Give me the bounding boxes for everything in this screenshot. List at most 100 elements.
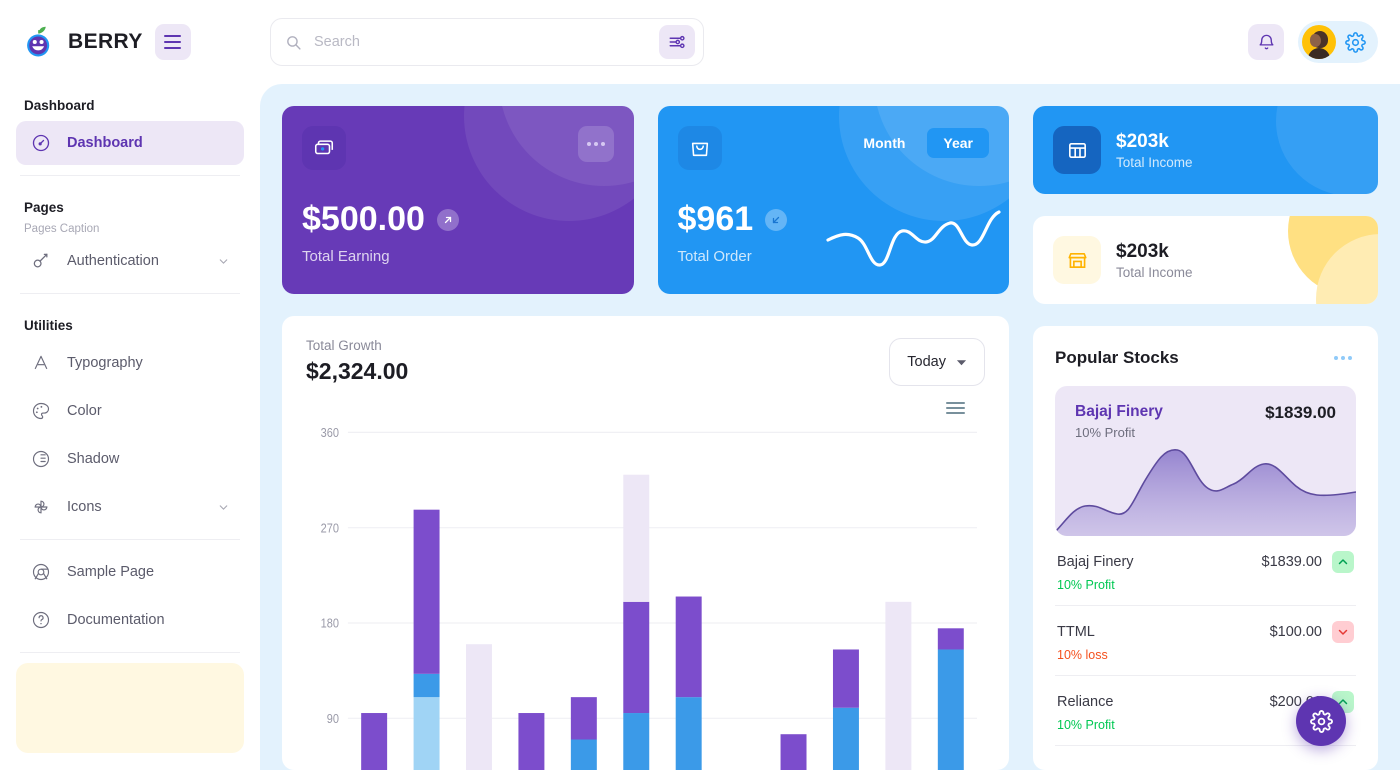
avatar [1302, 25, 1336, 59]
featured-stock-name: Bajaj Finery [1075, 403, 1163, 420]
sidebar-divider [20, 293, 240, 294]
header-actions [1248, 21, 1400, 63]
table-icon [1053, 126, 1101, 174]
palette-icon [30, 401, 51, 422]
decorative-blob [1276, 106, 1378, 194]
sidebar-divider [20, 652, 240, 653]
total-earning-card[interactable]: $500.00 Total Earning [282, 106, 634, 294]
income-blue-label: Total Income [1116, 155, 1193, 171]
bell-icon[interactable] [1248, 24, 1284, 60]
growth-period-label: Today [907, 354, 946, 370]
period-month-button[interactable]: Month [847, 128, 921, 158]
featured-stock-change: 10% Profit [1075, 425, 1135, 440]
sidebar-item-label: Color [67, 403, 102, 419]
sidebar-item-typography[interactable]: Typography [16, 341, 244, 385]
stock-list-item[interactable]: Bajaj Finery $1839.00 10% Profit [1055, 536, 1356, 606]
search-icon [287, 35, 301, 50]
gear-icon [1309, 709, 1333, 733]
sidebar-item-label: Authentication [67, 253, 159, 269]
sidebar-item-label: Shadow [67, 451, 120, 467]
key-icon [30, 251, 51, 272]
sidebar-item-label: Typography [67, 355, 143, 371]
total-income-blue-card[interactable]: $203k Total Income [1033, 106, 1378, 194]
main-content: $500.00 Total Earning Month Year $961 To… [260, 84, 1400, 770]
order-period-toggle[interactable]: Month Year [847, 128, 989, 158]
income-blue-amount: $203k [1116, 130, 1169, 152]
app-header: BERRY [0, 0, 1400, 84]
sidebar-divider [20, 539, 240, 540]
profile-chip[interactable] [1298, 21, 1378, 63]
growth-title-block: Total Growth $2,324.00 [306, 338, 408, 385]
trend-up-icon [436, 208, 459, 231]
stock-name: Reliance [1057, 694, 1114, 710]
featured-stock-sparkline [1055, 449, 1356, 536]
question-circle-icon [30, 610, 51, 631]
more-horizontal-icon[interactable] [577, 126, 614, 162]
brand-zone: BERRY [0, 24, 260, 60]
chart-menu-icon[interactable] [946, 402, 965, 414]
sidebar-divider [20, 175, 240, 176]
left-column: $500.00 Total Earning Month Year $961 To… [282, 106, 1009, 770]
speedometer-icon [30, 133, 51, 154]
popular-stocks-title: Popular Stocks [1055, 348, 1179, 367]
sidebar-item-dashboard[interactable]: Dashboard [16, 121, 244, 165]
total-order-value: $961 [677, 200, 754, 238]
total-order-value-row: $961 [678, 200, 990, 239]
sidebar-item-color[interactable]: Color [16, 389, 244, 433]
sidebar-item-documentation[interactable]: Documentation [16, 598, 244, 642]
gear-icon[interactable] [1345, 31, 1366, 53]
growth-amount: $2,324.00 [306, 358, 409, 384]
total-order-card[interactable]: Month Year $961 Total Order [657, 106, 1009, 294]
stock-change: 10% Profit [1057, 578, 1115, 592]
stock-list-item[interactable]: TTML $100.00 10% loss [1055, 606, 1356, 676]
featured-stock-price: $1839.00 [1265, 403, 1336, 422]
caret-down-icon [956, 359, 967, 365]
total-order-label: Total Order [677, 248, 752, 265]
stock-price: $1839.00 [1261, 554, 1322, 570]
hamburger-icon[interactable] [154, 24, 191, 60]
total-earning-label: Total Earning [302, 248, 390, 265]
shadow-circle-icon [30, 449, 51, 470]
typography-icon [30, 353, 51, 374]
sidebar-section-pages-caption: Pages Caption [24, 223, 100, 235]
sidebar-section-utilities: Utilities [24, 318, 73, 333]
chevron-down-icon[interactable] [217, 255, 230, 268]
stat-cards-row: $500.00 Total Earning Month Year $961 To… [282, 106, 1009, 294]
growth-bar-chart[interactable]: 90 180 270 360 [306, 414, 985, 770]
svg-text:270: 270 [321, 521, 340, 536]
sidebar: Dashboard Dashboard Pages Pages Caption … [0, 84, 260, 770]
dashboard-grid: $500.00 Total Earning Month Year $961 To… [282, 106, 1378, 770]
sidebar-promo-card[interactable] [16, 663, 244, 753]
search-input[interactable] [302, 34, 659, 50]
sliders-icon[interactable] [659, 25, 695, 59]
sidebar-item-authentication[interactable]: Authentication [16, 239, 244, 283]
featured-stock-info: Bajaj Finery 10% Profit [1075, 403, 1163, 440]
total-earning-value: $500.00 [302, 200, 425, 238]
chevron-down-icon[interactable] [217, 501, 230, 514]
shopping-bag-icon [677, 126, 722, 170]
sidebar-item-icons[interactable]: Icons [16, 485, 244, 529]
storefront-icon [1053, 236, 1101, 284]
settings-fab[interactable] [1296, 696, 1346, 746]
featured-stock[interactable]: Bajaj Finery 10% Profit $1839.00 [1055, 386, 1356, 536]
chevron-down-icon [1332, 621, 1354, 643]
sidebar-item-shadow[interactable]: Shadow [16, 437, 244, 481]
svg-text:360: 360 [321, 425, 340, 440]
sidebar-item-sample-page[interactable]: Sample Page [16, 550, 244, 594]
featured-stock-top: Bajaj Finery 10% Profit $1839.00 [1055, 386, 1356, 440]
popular-stocks-header: Popular Stocks [1055, 348, 1356, 368]
sidebar-section-dashboard: Dashboard [24, 98, 95, 113]
stock-name: Bajaj Finery [1057, 554, 1134, 570]
growth-header: Total Growth $2,324.00 Today [306, 338, 985, 386]
growth-period-select[interactable]: Today [889, 338, 985, 386]
total-income-light-card[interactable]: $203k Total Income [1033, 216, 1378, 304]
period-year-button[interactable]: Year [927, 128, 989, 158]
chevron-up-icon [1332, 551, 1354, 573]
total-growth-card: Total Growth $2,324.00 Today 90 180 270 36 [282, 316, 1009, 770]
search-bar[interactable] [270, 18, 704, 66]
total-earning-value-row: $500.00 [302, 200, 614, 239]
growth-title: Total Growth [306, 338, 382, 353]
pinwheel-icon [30, 497, 51, 518]
more-horizontal-icon[interactable] [1330, 352, 1356, 364]
app-body: Dashboard Dashboard Pages Pages Caption … [0, 84, 1400, 770]
